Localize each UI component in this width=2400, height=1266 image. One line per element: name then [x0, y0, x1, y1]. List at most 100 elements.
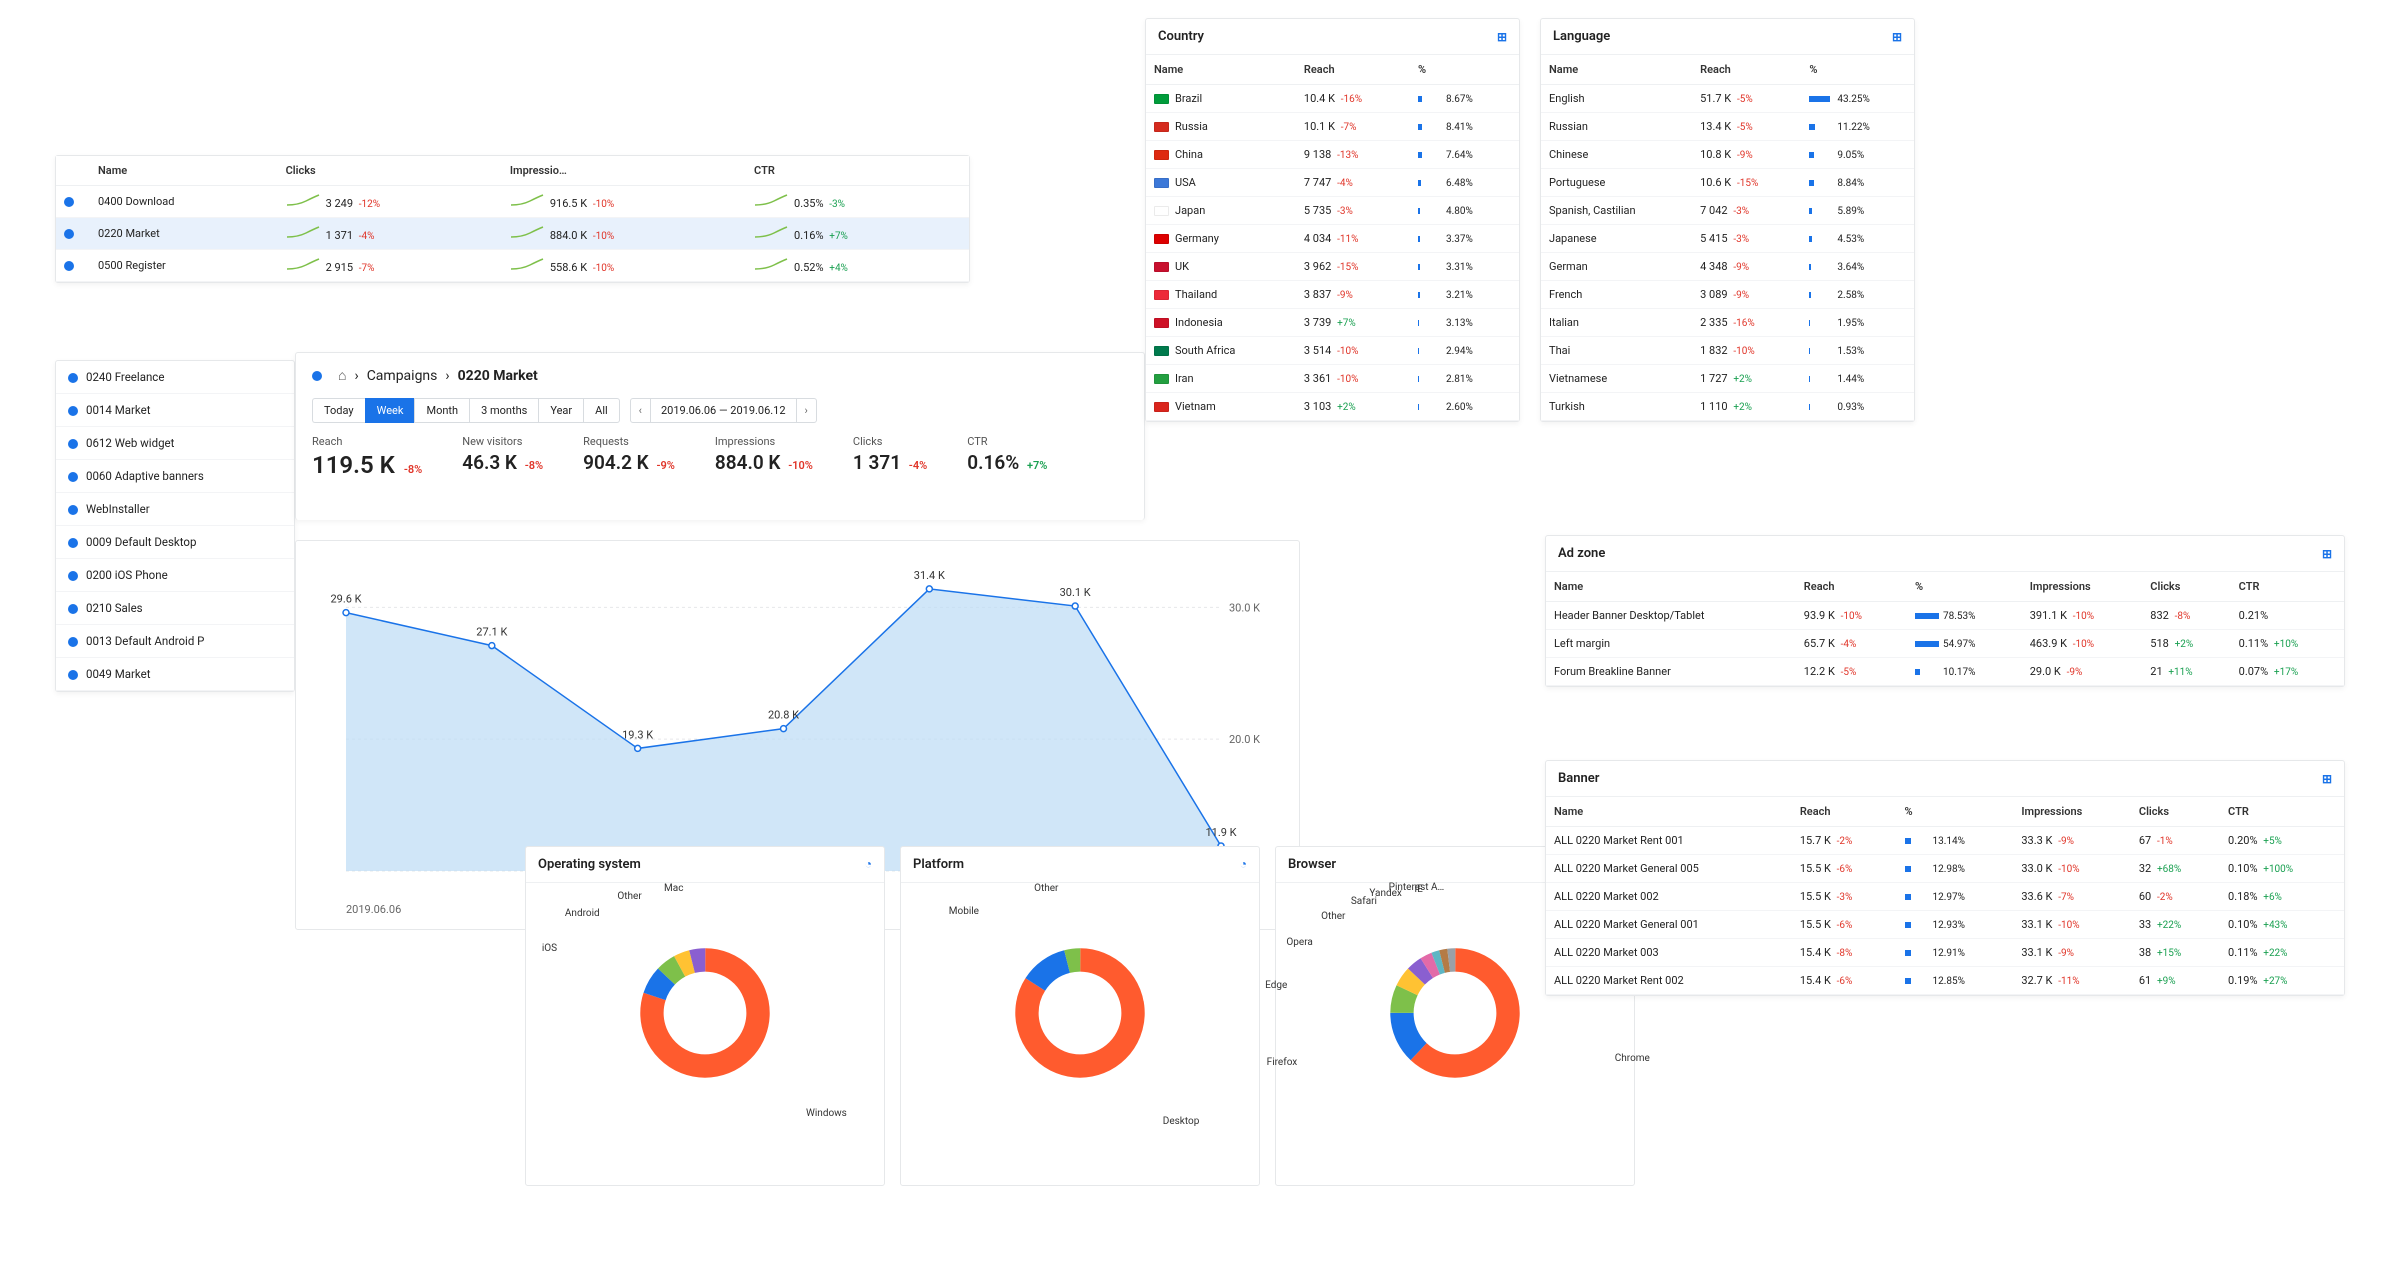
date-range-text[interactable]: 2019.06.06 — 2019.06.12	[651, 399, 796, 422]
table-row[interactable]: Portuguese 10.6 K -15% 8.84%	[1541, 169, 1914, 197]
table-row[interactable]: Turkish 1 110 +2% 0.93%	[1541, 393, 1914, 421]
table-row[interactable]: Spanish, Castilian 7 042 -3% 5.89%	[1541, 197, 1914, 225]
grid-icon[interactable]: ⊞	[2322, 772, 2332, 786]
adzone-panel: Ad zone⊞ NameReach%ImpressionsClicksCTRH…	[1545, 535, 2345, 687]
table-row[interactable]: Forum Breakline Banner 12.2 K -5% 10.17%…	[1546, 658, 2344, 686]
svg-text:27.1 K: 27.1 K	[476, 626, 507, 639]
table-row[interactable]: 0500 Register 2 915 -7% 558.6 K -10% 0.5…	[56, 250, 969, 282]
table-row[interactable]: ALL 0220 Market 003 15.4 K -8% 12.91% 33…	[1546, 939, 2344, 967]
chevron-left-icon[interactable]: ‹	[631, 399, 651, 422]
donut-label: Opera	[1286, 937, 1312, 948]
table-row[interactable]: 0400 Download 3 249 -12% 916.5 K -10% 0.…	[56, 186, 969, 218]
table-row[interactable]: South Africa 3 514 -10% 2.94%	[1146, 337, 1519, 365]
donut-label: Other	[617, 891, 641, 902]
svg-text:30.0 K: 30.0 K	[1229, 601, 1260, 614]
table-row[interactable]: Italian 2 335 -16% 1.95%	[1541, 309, 1914, 337]
grid-icon[interactable]: ⊞	[1892, 30, 1902, 44]
table-row[interactable]: English 51.7 K -5% 43.25%	[1541, 85, 1914, 113]
list-item[interactable]: 0060 Adaptive banners	[56, 460, 294, 493]
table-row[interactable]: Russian 13.4 K -5% 11.22%	[1541, 113, 1914, 141]
col-imp: Impressio…	[502, 156, 746, 186]
svg-text:29.6 K: 29.6 K	[330, 593, 361, 606]
svg-text:19.3 K: 19.3 K	[622, 728, 653, 741]
donut-label: Other	[1321, 911, 1345, 922]
kpi-new-visitors: New visitors46.3 K -8%	[462, 435, 543, 479]
pie-icon[interactable]: ◔	[865, 857, 872, 872]
donut-label: iOS	[542, 943, 557, 954]
list-item[interactable]: 0210 Sales	[56, 592, 294, 625]
donut-label: Android	[565, 908, 600, 919]
svg-text:20.8 K: 20.8 K	[768, 709, 799, 722]
crumb-campaigns[interactable]: Campaigns	[367, 368, 438, 384]
table-row[interactable]: Japan 5 735 -3% 4.80%	[1146, 197, 1519, 225]
list-item[interactable]: 0014 Market	[56, 394, 294, 427]
table-row[interactable]: ALL 0220 Market General 005 15.5 K -6% 1…	[1546, 855, 2344, 883]
list-item[interactable]: 0240 Freelance	[56, 361, 294, 394]
donut-label: Desktop	[1163, 1116, 1200, 1127]
table-row[interactable]: Indonesia 3 739 +7% 3.13%	[1146, 309, 1519, 337]
tab-month[interactable]: Month	[414, 398, 469, 423]
kpi-requests: Requests904.2 K -9%	[583, 435, 675, 479]
donut-label: Pinterest A…	[1389, 882, 1445, 893]
list-item[interactable]: 0612 Web widget	[56, 427, 294, 460]
kpi-reach: Reach119.5 K -8%	[312, 435, 422, 479]
table-row[interactable]: French 3 089 -9% 2.58%	[1541, 281, 1914, 309]
table-row[interactable]: Thailand 3 837 -9% 3.21%	[1146, 281, 1519, 309]
table-row[interactable]: ALL 0220 Market General 001 15.5 K -6% 1…	[1546, 911, 2344, 939]
language-panel: Language⊞ Name Reach % English 51.7 K -5…	[1540, 18, 1915, 422]
table-row[interactable]: Chinese 10.8 K -9% 9.05%	[1541, 141, 1914, 169]
chevron-right-icon[interactable]: ›	[796, 399, 816, 422]
list-item[interactable]: WebInstaller	[56, 493, 294, 526]
table-row[interactable]: Header Banner Desktop/Tablet 93.9 K -10%…	[1546, 602, 2344, 630]
tab-today[interactable]: Today	[312, 398, 365, 423]
date-range-picker[interactable]: ‹ 2019.06.06 — 2019.06.12 ›	[630, 398, 817, 423]
table-row[interactable]: USA 7 747 -4% 6.48%	[1146, 169, 1519, 197]
table-row[interactable]: China 9 138 -13% 7.64%	[1146, 141, 1519, 169]
table-row[interactable]: Left margin 65.7 K -4% 54.97% 463.9 K -1…	[1546, 630, 2344, 658]
table-row[interactable]: 0220 Market 1 371 -4% 884.0 K -10% 0.16%…	[56, 218, 969, 250]
table-row[interactable]: ALL 0220 Market Rent 001 15.7 K -2% 13.1…	[1546, 827, 2344, 855]
home-icon[interactable]: ⌂	[338, 367, 346, 384]
country-panel: Country⊞ Name Reach % Brazil 10.4 K -16%…	[1145, 18, 1520, 422]
kpi-impressions: Impressions884.0 K -10%	[715, 435, 813, 479]
list-item[interactable]: 0009 Default Desktop	[56, 526, 294, 559]
col-ctr: CTR	[746, 156, 969, 186]
table-row[interactable]: Germany 4 034 -11% 3.37%	[1146, 225, 1519, 253]
tab-3 months[interactable]: 3 months	[469, 398, 538, 423]
os-donut-panel: Operating system◔ WindowsiOSAndroidOther…	[525, 846, 885, 1186]
campaigns-table: Name Clicks Impressio… CTR 0400 Download…	[55, 155, 970, 283]
svg-text:2019.06.06: 2019.06.06	[346, 903, 401, 916]
donut-label: Other	[1034, 883, 1058, 894]
list-item[interactable]: 0049 Market	[56, 658, 294, 691]
banner-panel: Banner⊞ NameReach%ImpressionsClicksCTRAL…	[1545, 760, 2345, 996]
list-item[interactable]: 0013 Default Android P	[56, 625, 294, 658]
tab-all[interactable]: All	[583, 398, 620, 423]
pie-icon[interactable]: ◔	[1240, 857, 1247, 872]
table-row[interactable]: Iran 3 361 -10% 2.81%	[1146, 365, 1519, 393]
donut-label: Mobile	[949, 906, 979, 917]
table-row[interactable]: Japanese 5 415 -3% 4.53%	[1541, 225, 1914, 253]
table-row[interactable]: ALL 0220 Market 002 15.5 K -3% 12.97% 33…	[1546, 883, 2344, 911]
table-row[interactable]: Vietnamese 1 727 +2% 1.44%	[1541, 365, 1914, 393]
list-item[interactable]: 0200 iOS Phone	[56, 559, 294, 592]
status-dot	[312, 371, 322, 381]
table-row[interactable]: German 4 348 -9% 3.64%	[1541, 253, 1914, 281]
donut-label: Windows	[806, 1108, 847, 1119]
grid-icon[interactable]: ⊞	[2322, 547, 2332, 561]
svg-text:31.4 K: 31.4 K	[914, 569, 945, 582]
tab-week[interactable]: Week	[365, 398, 415, 423]
table-row[interactable]: UK 3 962 -15% 3.31%	[1146, 253, 1519, 281]
table-row[interactable]: Russia 10.1 K -7% 8.41%	[1146, 113, 1519, 141]
kpi-clicks: Clicks1 371 -4%	[853, 435, 927, 479]
table-row[interactable]: Vietnam 3 103 +2% 2.60%	[1146, 393, 1519, 421]
table-row[interactable]: ALL 0220 Market Rent 002 15.4 K -6% 12.8…	[1546, 967, 2344, 995]
breadcrumb: ⌂ › Campaigns › 0220 Market	[296, 353, 1144, 398]
table-row[interactable]: Brazil 10.4 K -16% 8.67%	[1146, 85, 1519, 113]
svg-text:30.1 K: 30.1 K	[1060, 586, 1091, 599]
col-clicks: Clicks	[278, 156, 502, 186]
kpi-row: Reach119.5 K -8% New visitors46.3 K -8% Re…	[296, 435, 1144, 495]
grid-icon[interactable]: ⊞	[1497, 30, 1507, 44]
donut-label: Edge	[1265, 980, 1287, 991]
table-row[interactable]: Thai 1 832 -10% 1.53%	[1541, 337, 1914, 365]
tab-year[interactable]: Year	[538, 398, 583, 423]
